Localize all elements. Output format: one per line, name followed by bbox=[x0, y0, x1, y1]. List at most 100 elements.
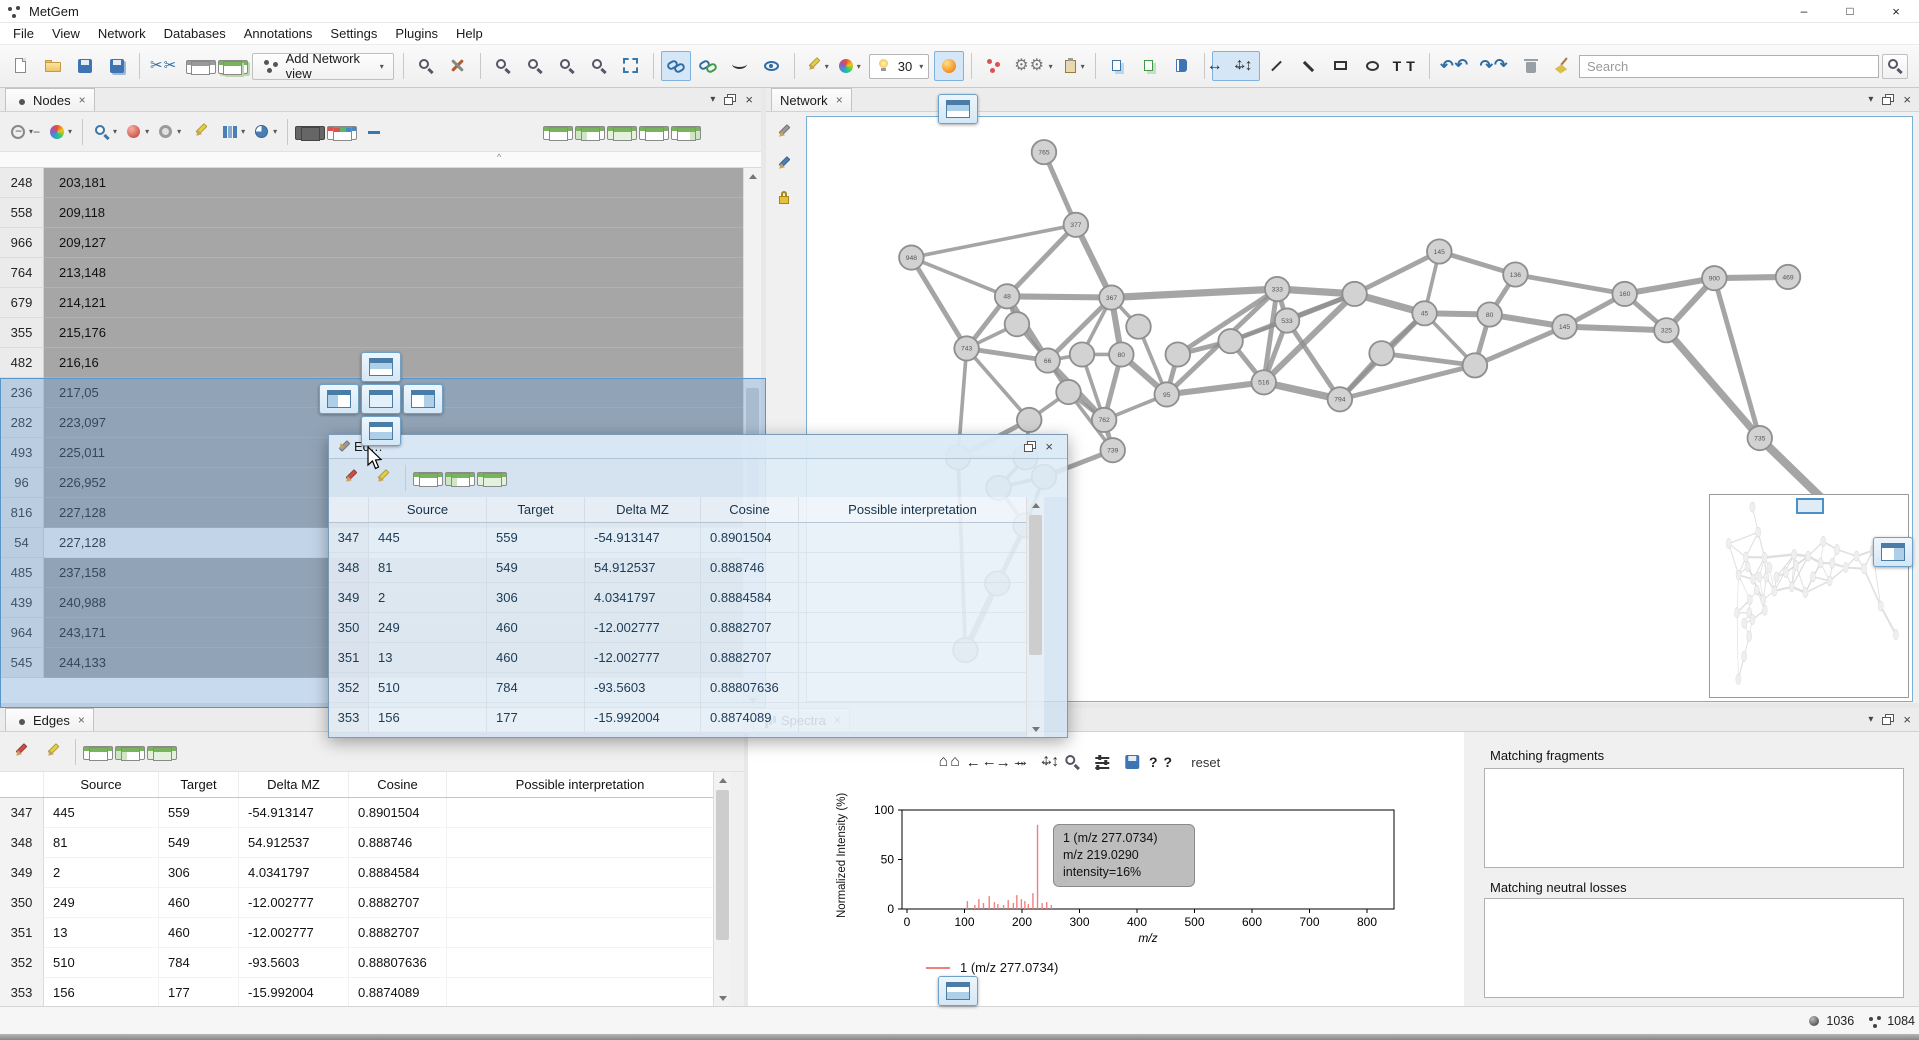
delete-button[interactable] bbox=[1516, 51, 1546, 81]
highlight-red-button[interactable] bbox=[6, 737, 36, 767]
row-header-cell[interactable]: 349 bbox=[0, 858, 44, 888]
edges-table-row[interactable]: 352 510 784 -93.5603 0.88807636 bbox=[0, 948, 713, 978]
source-cell[interactable]: 81 bbox=[369, 553, 487, 583]
column-header-cosine[interactable]: Cosine bbox=[701, 497, 799, 522]
row-header-cell[interactable]: 347 bbox=[0, 798, 44, 828]
hide-column-button[interactable] bbox=[359, 117, 389, 147]
interpretation-cell[interactable] bbox=[447, 978, 713, 1006]
lock-view-button[interactable] bbox=[771, 184, 797, 210]
cosine-cell[interactable]: 0.8882707 bbox=[701, 613, 799, 643]
edges-table-row[interactable]: 352 510 784 -93.5603 0.88807636 bbox=[329, 673, 1026, 703]
row-header-cell[interactable]: 355 bbox=[0, 318, 44, 348]
interpretation-cell[interactable] bbox=[799, 613, 1026, 643]
edges-table-row[interactable]: 351 13 460 -12.002777 0.8882707 bbox=[329, 643, 1026, 673]
line-tool-button[interactable] bbox=[1262, 51, 1292, 81]
row-header-cell[interactable]: 248 bbox=[0, 168, 44, 198]
interpretation-cell[interactable] bbox=[799, 643, 1026, 673]
row-header-cell[interactable]: 966 bbox=[0, 228, 44, 258]
source-cell[interactable]: 510 bbox=[369, 673, 487, 703]
tab-close-icon[interactable]: × bbox=[836, 93, 843, 107]
edges-table-row[interactable]: 349 2 306 4.0341797 0.8884584 bbox=[329, 583, 1026, 613]
search-input[interactable] bbox=[1579, 55, 1879, 78]
tab-close-icon[interactable]: × bbox=[79, 93, 86, 107]
save-project-as-button[interactable] bbox=[102, 51, 132, 81]
edges-table-row[interactable]: 350 249 460 -12.002777 0.8882707 bbox=[0, 888, 713, 918]
annotation-arrow-button[interactable] bbox=[771, 120, 797, 146]
rectangle-tool-button[interactable] bbox=[1326, 51, 1356, 81]
dock-indicator-right-edge[interactable] bbox=[1873, 537, 1913, 567]
configure-subplots-button[interactable] bbox=[1088, 748, 1116, 776]
menu-item[interactable]: File bbox=[4, 24, 43, 43]
edges-table-row[interactable]: 348 81 549 54.912537 0.888746 bbox=[0, 828, 713, 858]
color-by-column-button[interactable] bbox=[327, 126, 357, 140]
scroll-up-button[interactable] bbox=[744, 168, 761, 184]
text-tool-button[interactable] bbox=[1390, 51, 1423, 81]
edges-table-row[interactable]: 351 13 460 -12.002777 0.8882707 bbox=[0, 918, 713, 948]
mz-parent-cell[interactable]: 214,121 bbox=[44, 288, 743, 318]
dock-float-button[interactable] bbox=[1879, 711, 1897, 729]
column-header-delta-mz[interactable]: Delta MZ bbox=[239, 772, 349, 797]
dock-indicator-left[interactable] bbox=[319, 384, 359, 414]
cosine-cell[interactable]: 0.888746 bbox=[349, 828, 447, 858]
search-button[interactable] bbox=[1882, 54, 1908, 79]
settings-button[interactable]: ▾ bbox=[1011, 51, 1055, 81]
nodes-table-row[interactable]: 355 215,176 bbox=[0, 318, 761, 348]
cosine-cell[interactable]: 0.8874089 bbox=[349, 978, 447, 1006]
zoom-in-button[interactable] bbox=[488, 51, 518, 81]
fit-view-button[interactable] bbox=[616, 51, 646, 81]
export-data-button[interactable] bbox=[1135, 51, 1165, 81]
row-header-cell[interactable]: 350 bbox=[0, 888, 44, 918]
delta-mz-cell[interactable]: -15.992004 bbox=[239, 978, 349, 1006]
node-size-button[interactable] bbox=[934, 51, 964, 81]
process-data-button[interactable] bbox=[147, 51, 184, 81]
redo-button[interactable] bbox=[1477, 51, 1514, 81]
scroll-thumb[interactable] bbox=[1029, 515, 1042, 655]
target-cell[interactable]: 784 bbox=[487, 673, 585, 703]
target-cell[interactable]: 177 bbox=[159, 978, 239, 1006]
pie-column-button[interactable]: ▾ bbox=[250, 117, 280, 147]
curate-tools-button[interactable] bbox=[443, 51, 473, 81]
restore-columns-button[interactable] bbox=[671, 126, 701, 140]
column-header-cosine[interactable]: Cosine bbox=[349, 772, 447, 797]
restore-columns-button[interactable] bbox=[477, 472, 507, 486]
paste-button[interactable]: ▾ bbox=[1058, 51, 1088, 81]
menu-item[interactable]: Help bbox=[447, 24, 492, 43]
delta-mz-cell[interactable]: -54.913147 bbox=[585, 523, 701, 553]
target-cell[interactable]: 306 bbox=[487, 583, 585, 613]
node-color-button[interactable]: ▾ bbox=[834, 51, 864, 81]
delta-mz-cell[interactable]: -54.913147 bbox=[239, 798, 349, 828]
target-cell[interactable]: 177 bbox=[487, 703, 585, 733]
column-header-delta-mz[interactable]: Delta MZ bbox=[585, 497, 701, 522]
dock-close-button[interactable]: × bbox=[1901, 92, 1913, 107]
interpretation-cell[interactable] bbox=[447, 888, 713, 918]
delta-mz-cell[interactable]: 4.0341797 bbox=[585, 583, 701, 613]
target-cell[interactable]: 460 bbox=[159, 888, 239, 918]
new-project-button[interactable] bbox=[6, 51, 36, 81]
floating-dock-titlebar[interactable]: Edges × bbox=[329, 435, 1067, 459]
freeze-first-column-button[interactable] bbox=[575, 126, 605, 140]
show-all-columns-button[interactable] bbox=[543, 126, 573, 140]
interpretation-cell[interactable] bbox=[447, 918, 713, 948]
target-cell[interactable]: 549 bbox=[487, 553, 585, 583]
add-network-view-button[interactable]: Add Network view ▾ bbox=[252, 53, 394, 80]
node-ring-button[interactable]: ▾ bbox=[154, 117, 184, 147]
target-cell[interactable]: 559 bbox=[159, 798, 239, 828]
row-header-cell[interactable]: 558 bbox=[0, 198, 44, 228]
floating-edges-dock[interactable]: Edges × bbox=[328, 434, 1068, 738]
target-cell[interactable]: 306 bbox=[159, 858, 239, 888]
search-library-button[interactable] bbox=[411, 51, 441, 81]
row-header-cell[interactable]: 482 bbox=[0, 348, 44, 378]
dock-menu-button[interactable]: ▾ bbox=[708, 94, 717, 105]
interpretation-cell[interactable] bbox=[799, 703, 1026, 733]
delta-mz-cell[interactable]: -12.002777 bbox=[585, 613, 701, 643]
save-figure-button[interactable] bbox=[1118, 748, 1146, 776]
menu-item[interactable]: Annotations bbox=[235, 24, 322, 43]
link-views-button[interactable] bbox=[661, 51, 691, 81]
cosine-cell[interactable]: 0.88807636 bbox=[701, 673, 799, 703]
close-button[interactable]: × bbox=[1873, 0, 1919, 22]
cosine-cell[interactable]: 0.8874089 bbox=[701, 703, 799, 733]
compress-rows-button[interactable] bbox=[639, 126, 669, 140]
minimap-viewport[interactable] bbox=[1796, 498, 1824, 514]
source-cell[interactable]: 156 bbox=[369, 703, 487, 733]
home-button[interactable] bbox=[938, 748, 966, 776]
